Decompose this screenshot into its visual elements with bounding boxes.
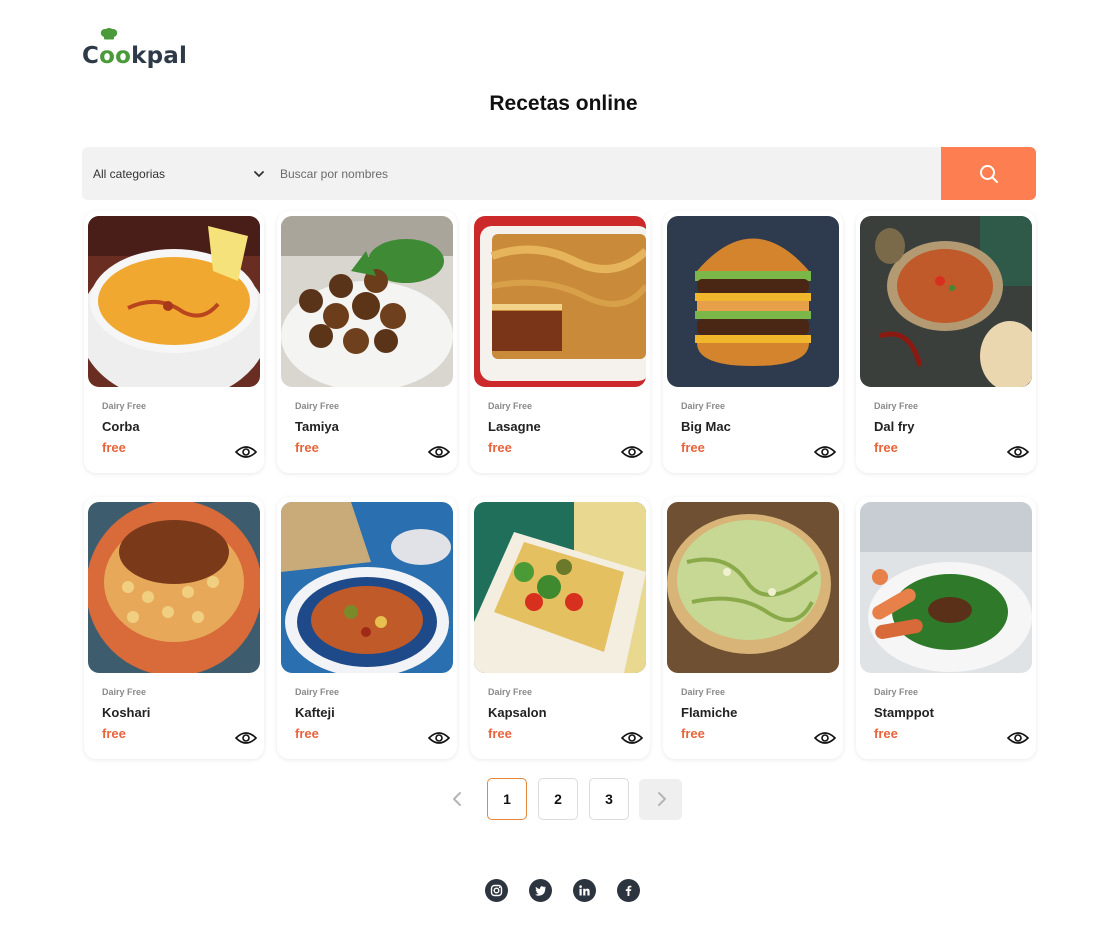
recipe-price: free xyxy=(681,440,705,455)
recipe-category: Dairy Free xyxy=(681,401,726,411)
facebook-icon xyxy=(625,885,632,896)
search-icon xyxy=(979,164,998,183)
eye-icon[interactable] xyxy=(1007,730,1029,746)
recipe-category: Dairy Free xyxy=(874,401,919,411)
recipe-image xyxy=(474,502,646,673)
recipe-category: Dairy Free xyxy=(681,687,726,697)
pagination: 1 2 3 xyxy=(440,778,682,820)
eye-icon[interactable] xyxy=(428,444,450,460)
linkedin-icon xyxy=(579,885,590,896)
chevron-left-icon xyxy=(453,792,461,806)
search-button[interactable] xyxy=(941,147,1036,200)
recipe-name: Dal fry xyxy=(874,419,915,434)
twitter-link[interactable] xyxy=(529,879,552,902)
twitter-icon xyxy=(535,886,546,896)
recipe-image xyxy=(281,502,453,673)
next-page-button[interactable] xyxy=(639,778,682,820)
recipe-image xyxy=(474,216,646,387)
recipe-card[interactable]: Dairy Free Big Mac free xyxy=(663,211,843,473)
chevron-right-icon xyxy=(657,792,666,806)
facebook-link[interactable] xyxy=(617,879,640,902)
recipe-category: Dairy Free xyxy=(874,687,919,697)
recipe-name: Big Mac xyxy=(681,419,731,434)
prev-page-button[interactable] xyxy=(440,778,476,820)
recipe-card[interactable]: Dairy Free Kafteji free xyxy=(277,497,457,759)
recipe-price: free xyxy=(295,726,319,741)
recipe-price: free xyxy=(102,726,126,741)
recipe-grid: Dairy Free Corba free Dairy Free Tamiya … xyxy=(84,211,1037,759)
recipe-price: free xyxy=(488,440,512,455)
recipe-image xyxy=(88,216,260,387)
page-title: Recetas online xyxy=(489,92,638,115)
recipe-image xyxy=(88,502,260,673)
recipe-image xyxy=(860,502,1032,673)
chevron-down-icon xyxy=(254,170,264,177)
recipe-name: Kafteji xyxy=(295,705,335,720)
recipe-name: Kapsalon xyxy=(488,705,547,720)
eye-icon[interactable] xyxy=(1007,444,1029,460)
eye-icon[interactable] xyxy=(428,730,450,746)
category-selected-label: All categorias xyxy=(93,166,166,181)
search-bar: All categorias xyxy=(82,147,1036,200)
recipe-card[interactable]: Dairy Free Flamiche free xyxy=(663,497,843,759)
recipe-price: free xyxy=(295,440,319,455)
linkedin-link[interactable] xyxy=(573,879,596,902)
logo-text: Cookpal xyxy=(82,43,188,69)
recipe-name: Tamiya xyxy=(295,419,339,434)
recipe-price: free xyxy=(874,726,898,741)
recipe-category: Dairy Free xyxy=(102,401,147,411)
recipe-category: Dairy Free xyxy=(488,401,533,411)
eye-icon[interactable] xyxy=(621,444,643,460)
page-2-button[interactable]: 2 xyxy=(538,778,578,820)
eye-icon[interactable] xyxy=(621,730,643,746)
recipe-image xyxy=(860,216,1032,387)
eye-icon[interactable] xyxy=(235,444,257,460)
recipe-name: Stamppot xyxy=(874,705,934,720)
recipe-card[interactable]: Dairy Free Dal fry free xyxy=(856,211,1036,473)
recipe-image xyxy=(667,216,839,387)
eye-icon[interactable] xyxy=(235,730,257,746)
recipe-image xyxy=(281,216,453,387)
recipe-card[interactable]: Dairy Free Koshari free xyxy=(84,497,264,759)
recipe-card[interactable]: Dairy Free Tamiya free xyxy=(277,211,457,473)
chef-hat-icon xyxy=(100,28,118,40)
logo[interactable]: Cookpal xyxy=(82,28,187,72)
eye-icon[interactable] xyxy=(814,444,836,460)
recipe-price: free xyxy=(488,726,512,741)
recipe-price: free xyxy=(681,726,705,741)
recipe-card[interactable]: Dairy Free Kapsalon free xyxy=(470,497,650,759)
instagram-link[interactable] xyxy=(485,879,508,902)
search-input[interactable] xyxy=(272,147,941,200)
eye-icon[interactable] xyxy=(814,730,836,746)
category-select[interactable]: All categorias xyxy=(82,147,272,200)
recipe-card[interactable]: Dairy Free Stamppot free xyxy=(856,497,1036,759)
recipe-card[interactable]: Dairy Free Corba free xyxy=(84,211,264,473)
recipe-category: Dairy Free xyxy=(295,401,340,411)
recipe-name: Corba xyxy=(102,419,140,434)
recipe-image xyxy=(667,502,839,673)
recipe-category: Dairy Free xyxy=(102,687,147,697)
page-1-button[interactable]: 1 xyxy=(487,778,527,820)
instagram-icon xyxy=(490,884,503,897)
page-3-button[interactable]: 3 xyxy=(589,778,629,820)
recipe-name: Flamiche xyxy=(681,705,738,720)
recipe-name: Lasagne xyxy=(488,419,541,434)
recipe-price: free xyxy=(874,440,898,455)
recipe-category: Dairy Free xyxy=(488,687,533,697)
recipe-card[interactable]: Dairy Free Lasagne free xyxy=(470,211,650,473)
social-links xyxy=(485,879,661,902)
recipe-price: free xyxy=(102,440,126,455)
recipe-category: Dairy Free xyxy=(295,687,340,697)
recipe-name: Koshari xyxy=(102,705,151,720)
